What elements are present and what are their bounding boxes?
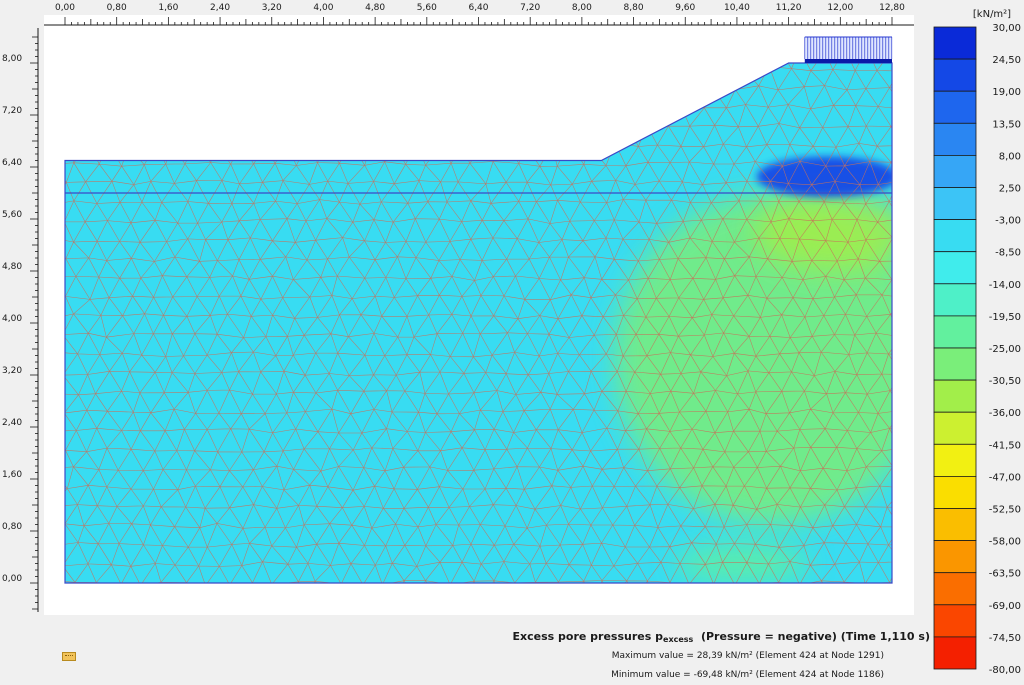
legend-cell (933, 604, 977, 638)
legend-value: -30,50 (989, 376, 1021, 387)
x-tick-label: 5,60 (417, 3, 437, 13)
max-value-text: Maximum value = 28,39 kN/m² (Element 424… (611, 651, 884, 661)
legend-value: -8,50 (995, 248, 1021, 259)
x-tick-label: 4,80 (365, 3, 385, 13)
y-tick-label: 4,80 (2, 262, 22, 272)
x-tick-label: 0,80 (107, 3, 127, 13)
legend-cell (933, 475, 977, 509)
legend-cell (933, 347, 977, 381)
legend-value: 13,50 (992, 119, 1021, 130)
y-tick-label: 8,00 (2, 54, 22, 64)
legend-value: -19,50 (989, 312, 1021, 323)
legend-unit: [kN/m²] (973, 9, 1011, 20)
x-tick-label: 7,20 (520, 3, 540, 13)
caption-title: Excess pore pressures (512, 630, 652, 643)
legend-value: -3,00 (995, 216, 1021, 227)
legend-cell (933, 122, 977, 156)
legend-value: -14,00 (989, 280, 1021, 291)
legend-cell (933, 26, 977, 60)
y-tick-label: 4,00 (2, 314, 22, 324)
legend-cell (933, 572, 977, 606)
legend-cell (933, 219, 977, 253)
legend-value: 24,50 (992, 55, 1021, 66)
x-tick-label: 9,60 (675, 3, 695, 13)
legend-cell (933, 636, 977, 670)
x-tick-label: 1,60 (158, 3, 178, 13)
x-tick-label: 8,00 (572, 3, 592, 13)
legend-value: -63,50 (989, 569, 1021, 580)
legend-value: -47,00 (989, 472, 1021, 483)
legend-value: 19,00 (992, 87, 1021, 98)
x-tick-label: 0,00 (55, 3, 75, 13)
x-tick-label: 12,80 (879, 3, 905, 13)
x-tick-label: 2,40 (210, 3, 230, 13)
x-tick-label: 6,40 (468, 3, 488, 13)
plot-canvas[interactable]: 0,00 0,80 1,60 2,40 3,20 4,00 4,80 5,60 6,40 7,20… (0, 0, 1024, 685)
y-tick-label: 5,60 (2, 210, 22, 220)
y-tick-label: 2,40 (2, 418, 22, 428)
legend-cell (933, 540, 977, 574)
legend-cell (933, 187, 977, 220)
y-tick-label: 3,20 (2, 366, 22, 376)
legend-cell (933, 315, 977, 349)
y-tick-label: 1,60 (2, 470, 22, 480)
x-tick-label: 3,20 (262, 3, 282, 13)
y-tick-label: 7,20 (2, 106, 22, 116)
legend-value: -74,50 (989, 633, 1021, 644)
legend-value: 2,50 (999, 184, 1021, 195)
legend-value: 30,00 (992, 23, 1021, 34)
caption-symbol: p (655, 630, 664, 643)
legend-cell (933, 154, 977, 188)
legend-cell (933, 58, 977, 92)
legend-value: -52,50 (989, 505, 1021, 516)
legend-cell (933, 90, 977, 124)
caption-subscript: excess (663, 635, 694, 644)
legend-cell (933, 283, 977, 317)
legend-value: -41,50 (989, 440, 1021, 451)
x-tick-label: 10,40 (724, 3, 750, 13)
legend-value: -36,00 (989, 408, 1021, 419)
legend-value: -80,00 (989, 665, 1021, 676)
legend-cell (933, 251, 977, 285)
distributed-load-icon[interactable] (804, 36, 893, 63)
x-tick-label: 12,00 (827, 3, 853, 13)
y-tick-label: 6,40 (2, 158, 22, 168)
load-area (804, 37, 892, 59)
x-tick-label: 8,80 (624, 3, 644, 13)
y-ruler: 8,00 7,20 6,40 5,60 4,80 4,00 3,20 2,40 1,60 0,80… (2, 28, 39, 612)
legend-cell (933, 443, 977, 477)
legend-cell (933, 379, 977, 413)
field-zone (673, 544, 811, 583)
caption-suffix: (Pressure = negative) (Time 1,110 s) (700, 630, 930, 643)
legend-value: -69,00 (989, 601, 1021, 612)
legend-colorbar: [kN/m²] 30,00 24,50 19,00 13,50 8,00 2,50 -3,0… (933, 9, 1021, 676)
legend-cell (933, 508, 977, 541)
result-caption: Excess pore pressures pexcess (Pressure … (0, 630, 930, 644)
legend-value: -58,00 (989, 537, 1021, 548)
x-tick-label: 11,20 (776, 3, 802, 13)
min-value-text: Minimum value = -69,48 kN/m² (Element 42… (611, 670, 884, 680)
y-tick-label: 0,80 (2, 522, 22, 532)
x-tick-label: 4,00 (313, 3, 333, 13)
legend-value: 8,00 (999, 151, 1021, 162)
legend-cell (933, 411, 977, 445)
y-tick-label: 0,00 (2, 574, 22, 584)
legend-value: -25,00 (989, 344, 1021, 355)
load-base (804, 59, 892, 63)
